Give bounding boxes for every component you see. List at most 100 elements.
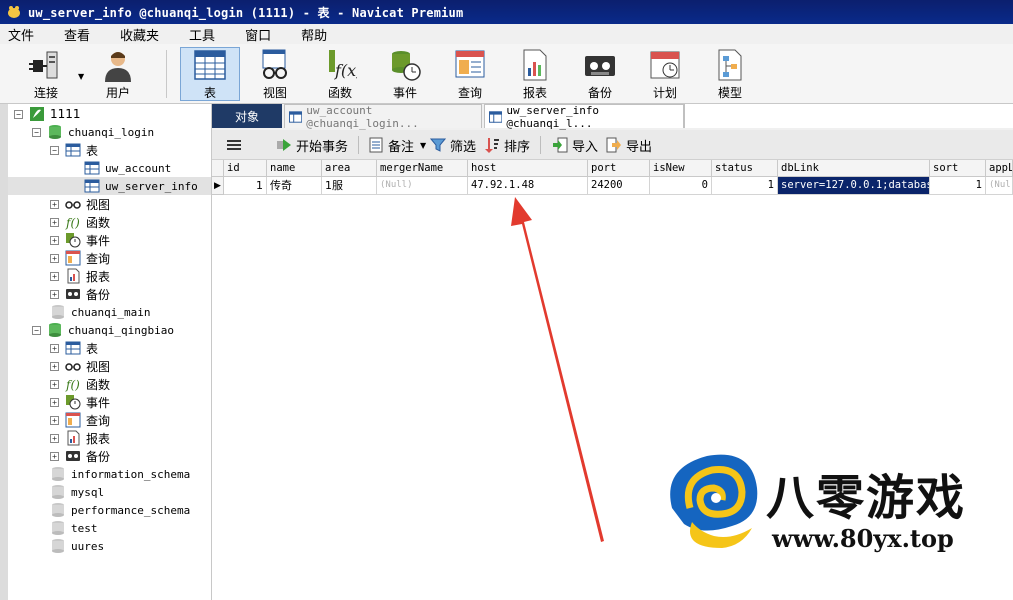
collapse-icon[interactable]: − bbox=[32, 325, 41, 335]
model-icon bbox=[718, 49, 742, 80]
event-button[interactable]: 事件 bbox=[375, 47, 435, 101]
cell-dblink[interactable]: server=127.0.0.1;database bbox=[778, 177, 930, 195]
menu-tools[interactable]: 工具 bbox=[189, 25, 215, 44]
watermark-url: www.80yx.top bbox=[772, 524, 954, 553]
model-button[interactable]: 模型 bbox=[700, 47, 760, 101]
tree-group-views[interactable]: + 视图 bbox=[50, 195, 110, 213]
table-icon bbox=[194, 50, 226, 80]
cell-id[interactable]: 1 bbox=[224, 177, 267, 195]
expand-icon[interactable]: + bbox=[50, 217, 59, 227]
expand-icon[interactable]: + bbox=[50, 253, 59, 263]
expand-icon[interactable]: + bbox=[50, 433, 59, 443]
view-button[interactable]: 视图 bbox=[245, 47, 305, 101]
column-header-sort[interactable]: sort bbox=[930, 160, 986, 177]
begin-transaction-button[interactable]: 开始事务 bbox=[276, 135, 348, 155]
cell-applo[interactable]: (Nul bbox=[986, 177, 1013, 195]
tree-group-tables[interactable]: − 表 bbox=[50, 141, 98, 159]
tab-objects[interactable]: 对象 bbox=[212, 104, 282, 128]
user-button[interactable]: 用户 bbox=[88, 47, 148, 101]
collapse-icon[interactable]: − bbox=[50, 145, 59, 155]
table-icon bbox=[84, 161, 100, 175]
hamburger-menu-button[interactable] bbox=[226, 135, 246, 155]
cell-area[interactable]: 1服 bbox=[322, 177, 377, 195]
menu-window[interactable]: 窗口 bbox=[245, 25, 271, 44]
query-button[interactable]: 查询 bbox=[440, 47, 500, 101]
sort-button[interactable]: 排序 bbox=[484, 135, 530, 155]
column-header-area[interactable]: area bbox=[322, 160, 377, 177]
column-header-isnew[interactable]: isNew bbox=[650, 160, 712, 177]
tree-db2-group-reports[interactable]: + 报表 bbox=[50, 429, 110, 447]
expand-icon[interactable]: + bbox=[50, 271, 59, 281]
tree-table-uw-account[interactable]: uw_account bbox=[84, 159, 171, 177]
backup-button[interactable]: 备份 bbox=[570, 47, 630, 101]
filter-button[interactable]: 筛选 bbox=[430, 135, 476, 155]
tree-db2-group-events[interactable]: + 事件 bbox=[50, 393, 110, 411]
table-icon bbox=[84, 179, 100, 193]
menu-favorites[interactable]: 收藏夹 bbox=[120, 25, 159, 44]
column-header-name[interactable]: name bbox=[267, 160, 322, 177]
expand-icon[interactable]: + bbox=[50, 289, 59, 299]
column-header-applo[interactable]: appLo bbox=[986, 160, 1013, 177]
tree-db-performance-schema[interactable]: performance_schema bbox=[50, 501, 190, 519]
tree-db2-group-tables[interactable]: + 表 bbox=[50, 339, 98, 357]
menu-view[interactable]: 查看 bbox=[64, 25, 90, 44]
tree-group-reports[interactable]: + 报表 bbox=[50, 267, 110, 285]
tree-db-test[interactable]: test bbox=[50, 519, 98, 537]
tree-db-information-schema[interactable]: information_schema bbox=[50, 465, 190, 483]
column-header-mergername[interactable]: mergerName bbox=[377, 160, 468, 177]
column-header-status[interactable]: status bbox=[712, 160, 778, 177]
tree-db-uures[interactable]: uures bbox=[50, 537, 104, 555]
expand-icon[interactable]: + bbox=[50, 235, 59, 245]
tab-uw-server-info[interactable]: uw_server_info @chuanqi_l... bbox=[484, 104, 684, 130]
menu-help[interactable]: 帮助 bbox=[301, 25, 327, 44]
column-header-dblink[interactable]: dbLink bbox=[778, 160, 930, 177]
tree-connection[interactable]: − 1111 bbox=[14, 105, 81, 123]
cell-mergername[interactable]: (Null) bbox=[377, 177, 468, 195]
column-header-host[interactable]: host bbox=[468, 160, 588, 177]
cell-port[interactable]: 24200 bbox=[588, 177, 650, 195]
expand-icon[interactable]: + bbox=[50, 451, 59, 461]
cell-name[interactable]: 传奇 bbox=[267, 177, 322, 195]
expand-icon[interactable]: + bbox=[50, 343, 59, 353]
expand-icon[interactable]: + bbox=[50, 397, 59, 407]
import-button[interactable]: 导入 bbox=[552, 135, 598, 155]
schedule-button[interactable]: 计划 bbox=[635, 47, 695, 101]
tree-group-backups[interactable]: + 备份 bbox=[50, 285, 110, 303]
row-pointer-icon[interactable]: ▶ bbox=[212, 177, 224, 195]
expand-icon[interactable]: + bbox=[50, 379, 59, 389]
cell-status[interactable]: 1 bbox=[712, 177, 778, 195]
cell-isnew[interactable]: 0 bbox=[650, 177, 712, 195]
expand-icon[interactable]: + bbox=[50, 199, 59, 209]
tree-db-mysql[interactable]: mysql bbox=[50, 483, 104, 501]
tree-db-chuanqi-qingbiao[interactable]: − chuanqi_qingbiao bbox=[32, 321, 174, 339]
note-button[interactable]: 备注 ▼ bbox=[368, 135, 426, 155]
cell-host[interactable]: 47.92.1.48 bbox=[468, 177, 588, 195]
tree-db2-group-backups[interactable]: + 备份 bbox=[50, 447, 110, 465]
tree-table-uw-server-info[interactable]: uw_server_info bbox=[8, 177, 211, 195]
column-header-port[interactable]: port bbox=[588, 160, 650, 177]
tree-group-events[interactable]: + 事件 bbox=[50, 231, 110, 249]
column-header-id[interactable]: id bbox=[224, 160, 267, 177]
tree-db2-group-views[interactable]: + 视图 bbox=[50, 357, 110, 375]
tree-db2-group-functions[interactable]: + f() 函数 bbox=[50, 375, 110, 393]
tree-group-queries[interactable]: + 查询 bbox=[50, 249, 110, 267]
connect-button[interactable]: 连接 bbox=[16, 47, 76, 101]
tree-group-functions[interactable]: + f() 函数 bbox=[50, 213, 110, 231]
function-button[interactable]: f(x) 函数 bbox=[310, 47, 370, 101]
tree-db2-group-queries[interactable]: + 查询 bbox=[50, 411, 110, 429]
table-button[interactable]: 表 bbox=[180, 47, 240, 101]
tree-db-chuanqi-main[interactable]: chuanqi_main bbox=[50, 303, 150, 321]
report-button[interactable]: 报表 bbox=[505, 47, 565, 101]
note-dropdown-arrow-icon[interactable]: ▼ bbox=[420, 141, 426, 150]
export-button[interactable]: 导出 bbox=[606, 135, 652, 155]
collapse-icon[interactable]: − bbox=[32, 127, 41, 137]
tab-uw-account[interactable]: uw_account @chuanqi_login... bbox=[284, 104, 482, 130]
menu-file[interactable]: 文件 bbox=[8, 25, 34, 44]
tree-db-chuanqi-login[interactable]: − chuanqi_login bbox=[32, 123, 154, 141]
cell-sort[interactable]: 1 bbox=[930, 177, 986, 195]
expand-icon[interactable]: + bbox=[50, 415, 59, 425]
expand-icon[interactable]: + bbox=[50, 361, 59, 371]
collapse-icon[interactable]: − bbox=[14, 109, 23, 119]
menu-bar: 文件 查看 收藏夹 工具 窗口 帮助 bbox=[0, 24, 1013, 44]
connect-dropdown-arrow-icon[interactable]: ▼ bbox=[78, 72, 84, 81]
